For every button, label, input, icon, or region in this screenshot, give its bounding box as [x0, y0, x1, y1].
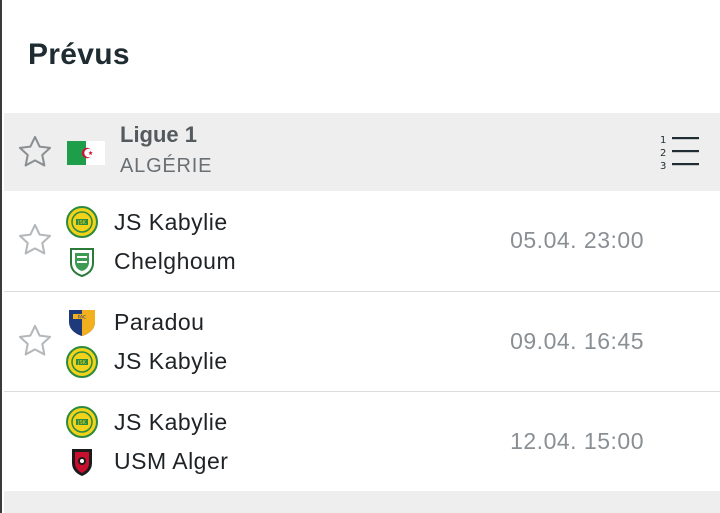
algeria-flag-icon [67, 141, 105, 165]
usm-alger-logo-icon [72, 449, 92, 476]
favorite-star-icon[interactable] [16, 322, 54, 360]
favorite-star-icon[interactable] [16, 133, 54, 171]
js-kabylie-logo-icon: JSK [66, 346, 98, 378]
match-row[interactable]: PAC Paradou JSK JS Kabylie 09.04. 16:45 [4, 292, 720, 392]
home-team-name: Paradou [114, 309, 205, 335]
standings-icon[interactable]: 1 2 3 [659, 132, 701, 172]
paradou-logo-icon: PAC [69, 310, 95, 336]
svg-text:1: 1 [660, 135, 666, 146]
away-team-name: USM Alger [114, 448, 229, 474]
svg-text:JSK: JSK [77, 360, 87, 366]
match-time: 05.04. 23:00 [510, 227, 644, 253]
favorite-star-icon[interactable] [16, 221, 54, 259]
league-country: ALGÉRIE [120, 155, 213, 177]
home-team-name: JS Kabylie [114, 409, 228, 435]
match-row[interactable]: JSK JS Kabylie USM Alger 12.04. 15:00 [4, 392, 720, 491]
match-row[interactable]: JSK JS Kabylie Chelghoum 05.04. 23:00 [4, 191, 720, 291]
league-header[interactable]: Ligue 1 ALGÉRIE 1 2 3 [4, 113, 720, 191]
svg-text:PAC: PAC [78, 314, 87, 320]
next-section-header [4, 491, 720, 513]
home-team-name: JS Kabylie [114, 209, 228, 235]
page-title: Prévus [28, 38, 130, 71]
away-team-name: Chelghoum [114, 248, 237, 274]
js-kabylie-logo-icon: JSK [66, 206, 98, 238]
svg-text:2: 2 [660, 148, 666, 159]
match-time: 09.04. 16:45 [510, 328, 644, 354]
svg-text:JSK: JSK [77, 420, 87, 426]
away-team-name: JS Kabylie [114, 348, 228, 374]
match-time: 12.04. 15:00 [510, 428, 644, 454]
svg-text:3: 3 [660, 161, 666, 172]
app-frame: Prévus Ligue 1 ALGÉRIE 1 2 3 JSK JS Kaby… [0, 0, 720, 513]
chelghoum-logo-icon [70, 248, 94, 278]
js-kabylie-logo-icon: JSK [66, 406, 98, 438]
league-name: Ligue 1 [120, 122, 198, 147]
svg-text:JSK: JSK [77, 220, 87, 226]
